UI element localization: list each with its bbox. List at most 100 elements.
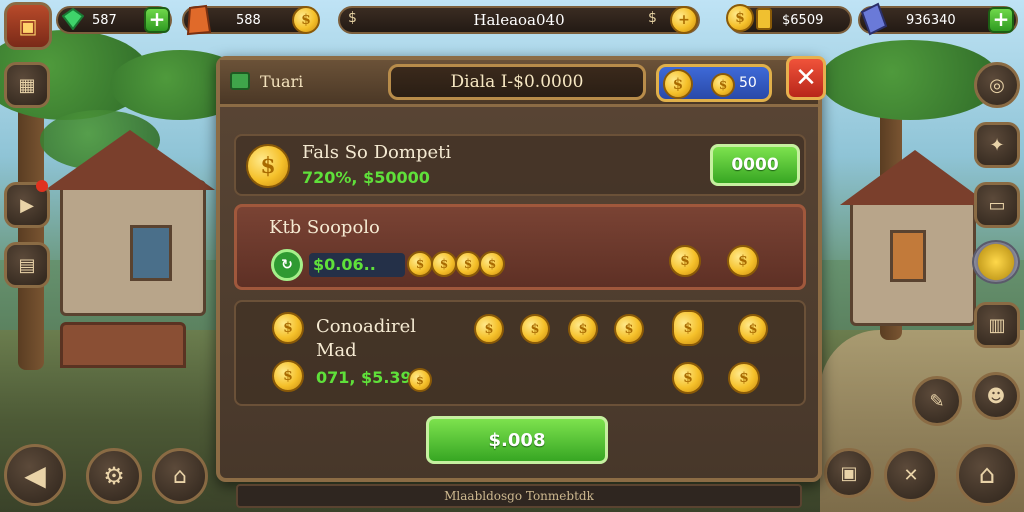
house-window [130, 225, 172, 281]
offer-value: $0.06.. [313, 255, 376, 274]
offer-buy-button[interactable]: 0000 [710, 144, 800, 186]
hammer-icon: ✦ [989, 134, 1005, 156]
offer-value: 071, $5.39 [316, 368, 412, 387]
house-roof [45, 130, 215, 190]
offer-title-line-1: Conoadirel [316, 316, 417, 337]
offer-row-3: $ Conoadirel Mad $ 071, $5.39 $ $ $ $ $ … [234, 300, 806, 406]
shop-button[interactable]: ▤ [4, 242, 50, 288]
crystal-book-icon [858, 2, 890, 36]
coin-icon[interactable]: $ [728, 362, 760, 394]
quest-button[interactable]: ◎ [974, 62, 1020, 108]
gem-icon [62, 8, 84, 30]
back-button[interactable]: ◀ [4, 444, 66, 506]
box-icon: ▣ [840, 462, 858, 484]
map-button[interactable]: ▦ [4, 62, 50, 108]
dialog-title: Tuari [260, 72, 304, 91]
offer-title-line-2: Mad [316, 340, 357, 361]
coin-pot-icon[interactable] [972, 240, 1020, 284]
refresh-icon[interactable]: ↻ [271, 249, 303, 281]
add-gems-button[interactable]: + [144, 7, 170, 33]
wooden-cart [60, 322, 186, 368]
coin-icon[interactable]: $ [669, 245, 701, 277]
offer-row-2: Ktb Soopolo ↻ $0.06.. $ $ $ $ $ $ [234, 204, 806, 290]
bag-icon: ⌂ [173, 463, 187, 489]
coin-icon[interactable]: + [670, 6, 698, 34]
home-button[interactable]: ⌂ [956, 444, 1018, 506]
doors-button[interactable]: ▥ [974, 302, 1020, 348]
coin-icon[interactable]: $ [520, 314, 550, 344]
footer-bar: Mlaabldosgo Tonmebtdk [236, 484, 802, 508]
coin-icon: $ [246, 144, 290, 188]
build-button[interactable]: ✦ [974, 122, 1020, 168]
gold-badge-value: 50 [739, 75, 757, 91]
map-icon: ▦ [18, 74, 36, 96]
coin-icon[interactable]: $ [568, 314, 598, 344]
title-bar: Haleaoa040 [338, 6, 700, 34]
inventory-button[interactable]: ⌂ [152, 448, 208, 504]
play-icon: ▶ [20, 194, 34, 216]
coin-icon: $ [408, 368, 432, 392]
coin-icon[interactable]: $ [727, 245, 759, 277]
balance-display: Diala I-$0.0000 [388, 64, 646, 100]
coin-icon[interactable]: $ [474, 314, 504, 344]
house-roof [840, 150, 990, 205]
quest-icon: ◎ [989, 74, 1005, 96]
coin-icon[interactable]: $ [738, 314, 768, 344]
offer-title: Ktb Soopolo [269, 217, 380, 238]
door-icon: ▥ [988, 314, 1006, 336]
coin-icon: $ [407, 251, 433, 277]
energy-value: 588 [236, 12, 261, 28]
close-button[interactable]: ✕ [786, 56, 826, 100]
scroll-map-button[interactable]: ✎ [912, 376, 962, 426]
coin-stack-icon[interactable]: $ [672, 310, 704, 346]
coin-icon[interactable]: $ [672, 362, 704, 394]
confirm-purchase-button[interactable]: $.008 [426, 416, 608, 464]
coin-icon: $ [726, 4, 754, 32]
scroll-icon: ▭ [988, 194, 1006, 216]
dialog-header: Tuari Diala I-$0.0000 $ $ 50 [220, 60, 818, 107]
gems-value: 587 [92, 12, 117, 28]
coin-icon: $ [479, 251, 505, 277]
tools-icon: ✕ [903, 464, 919, 486]
hud-title: Haleaoa040 [473, 11, 565, 29]
player-avatar[interactable]: ▣ [4, 2, 52, 50]
offer-value: 720%, $50000 [302, 168, 430, 187]
coin-icon[interactable]: $ [614, 314, 644, 344]
settings-button[interactable]: ⚙ [86, 448, 142, 504]
offer-row-1: $ Fals So Dompeti 720%, $50000 0000 [234, 134, 806, 196]
offer-title: Fals So Dompeti [302, 142, 452, 163]
storage-button[interactable]: ▣ [824, 448, 874, 498]
hud-title-suffix: $ [648, 10, 657, 26]
character-button[interactable]: ☻ [972, 372, 1020, 420]
house-icon: ⌂ [978, 460, 996, 490]
add-resource-button[interactable]: + [988, 7, 1014, 33]
coin-icon: $ [292, 6, 320, 34]
scroll-button[interactable]: ▭ [974, 182, 1020, 228]
house-door [890, 230, 926, 282]
shop-icon [230, 72, 250, 90]
gold-badge: $ $ 50 [656, 64, 772, 102]
coin-icon: $ [272, 312, 304, 344]
crystal-icon [184, 4, 212, 36]
footer-text: Mlaabldosgo Tonmebtdk [444, 489, 594, 503]
tree-foliage [820, 40, 1000, 120]
coin-icon: $ [431, 251, 457, 277]
coins-value: $6509 [782, 12, 824, 28]
treasure-chest-icon: ▣ [18, 14, 38, 38]
gold-bar-icon [756, 8, 772, 30]
menu-icon[interactable]: $ [348, 10, 357, 26]
value-field: $0.06.. [309, 253, 405, 277]
coin-icon: $ [455, 251, 481, 277]
resource-value: 936340 [906, 12, 956, 28]
coin-icon: $ [711, 73, 735, 97]
character-icon: ☻ [986, 385, 1006, 407]
map-scroll-icon: ✎ [929, 390, 945, 412]
coin-icon: $ [663, 69, 693, 99]
coin-icon: $ [272, 360, 304, 392]
notification-dot [36, 180, 48, 192]
arrow-left-icon: ◀ [24, 458, 46, 492]
gear-icon: ⚙ [103, 462, 125, 490]
shop-dialog: Tuari Diala I-$0.0000 $ $ 50 ✕ $ Fals So… [216, 56, 826, 482]
shop-icon: ▤ [18, 254, 36, 276]
tools-button[interactable]: ✕ [884, 448, 938, 502]
